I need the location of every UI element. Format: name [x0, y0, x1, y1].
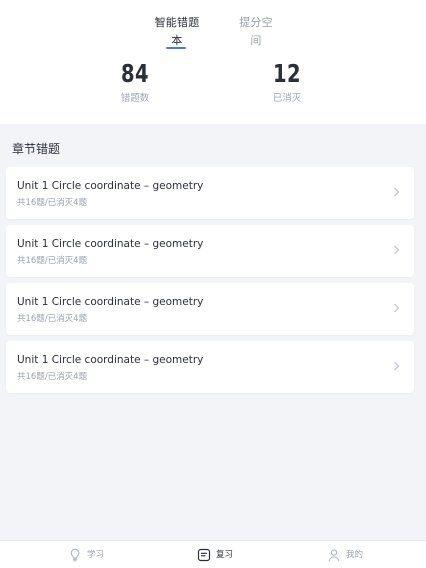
chapter-item-2[interactable]: Unit 1 Circle coordinate – geometry 共16题…	[6, 225, 414, 277]
bottom-navigation: 学习 复习 我的	[0, 540, 426, 568]
chapter-list: Unit 1 Circle coordinate – geometry 共16题…	[6, 167, 414, 399]
chapter-item-subtitle: 共16题/已消灭4题	[17, 372, 88, 382]
stat-wrong-count-label: 错题数	[120, 93, 150, 104]
nav-learn-label: 学习	[87, 550, 105, 560]
review-book-icon	[196, 547, 212, 563]
chevron-right-icon	[390, 185, 404, 199]
chevron-right-icon	[390, 301, 404, 315]
stat-eliminated-count-label: 已消灭	[272, 93, 302, 104]
lightbulb-icon	[67, 547, 83, 563]
nav-review[interactable]: 复习	[196, 546, 233, 564]
chapter-item-title: Unit 1 Circle coordinate – geometry	[17, 296, 204, 308]
tab-smart-wrong-book[interactable]: 智能错题本	[151, 14, 203, 47]
chapter-item-subtitle: 共16题/已消灭4题	[17, 198, 88, 208]
tab-score-space[interactable]: 提分空间	[234, 14, 278, 47]
chapter-item-4[interactable]: Unit 1 Circle coordinate – geometry 共16题…	[6, 341, 414, 393]
nav-learn[interactable]: 学习	[67, 546, 104, 564]
stat-wrong-count: 84 错题数	[95, 58, 175, 106]
chapter-item-subtitle: 共16题/已消灭4题	[17, 256, 88, 266]
stat-eliminated-count-value: 12	[272, 59, 302, 88]
stat-wrong-count-value: 84	[120, 59, 150, 88]
nav-me[interactable]: 我的	[326, 546, 363, 564]
header: 智能错题本 提分空间 84 错题数 12 已消灭	[0, 0, 426, 124]
stats: 84 错题数 12 已消灭	[0, 58, 426, 114]
chapter-item-title: Unit 1 Circle coordinate – geometry	[17, 238, 204, 250]
chevron-right-icon	[390, 243, 404, 257]
tabs: 智能错题本 提分空间	[0, 14, 426, 49]
nav-review-label: 复习	[216, 550, 234, 560]
nav-me-label: 我的	[346, 550, 364, 560]
chevron-right-icon	[390, 359, 404, 373]
chapter-item-1[interactable]: Unit 1 Circle coordinate – geometry 共16题…	[6, 167, 414, 219]
chapter-item-title: Unit 1 Circle coordinate – geometry	[17, 354, 204, 366]
user-icon	[326, 547, 342, 563]
chapter-item-subtitle: 共16题/已消灭4题	[17, 314, 88, 324]
stat-eliminated-count: 12 已消灭	[247, 58, 327, 106]
active-tab-underline	[166, 47, 186, 49]
section-title: 章节错题	[12, 142, 61, 156]
chapter-item-3[interactable]: Unit 1 Circle coordinate – geometry 共16题…	[6, 283, 414, 335]
chapter-item-title: Unit 1 Circle coordinate – geometry	[17, 180, 204, 192]
